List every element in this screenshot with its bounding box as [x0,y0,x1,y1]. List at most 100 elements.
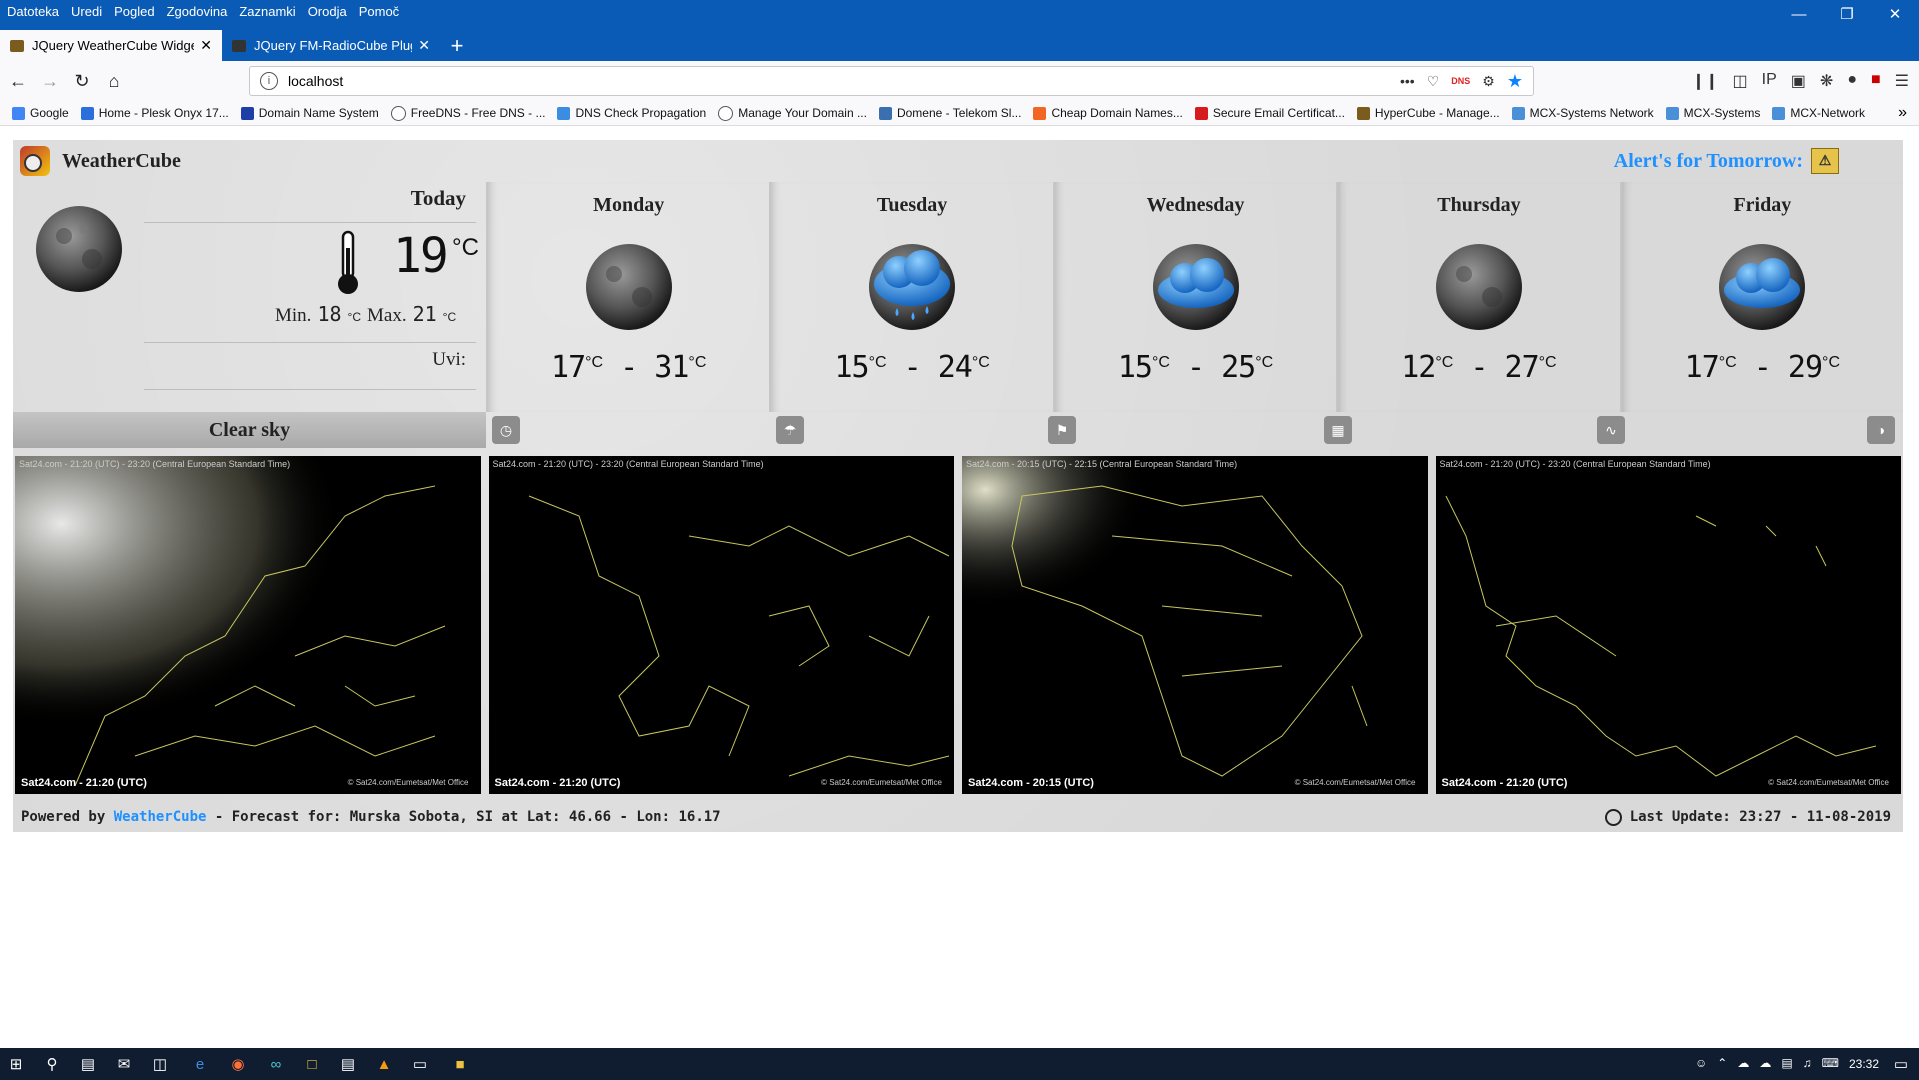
page-actions-icon[interactable]: ••• [1400,73,1415,89]
clock-icon[interactable]: ◷ [492,416,520,444]
temp-unit: °C [688,354,707,371]
temp-unit: °C [1255,354,1274,371]
bookmark-comodo[interactable]: Secure Email Certificat... [1194,106,1345,120]
map-header: Sat24.com - 21:20 (UTC) - 23:20 (Central… [1439,459,1711,469]
site-info-icon[interactable]: i [260,72,278,90]
app-icon[interactable]: ▤ [336,1052,360,1076]
bookmark-label: MCX-Network [1790,106,1865,120]
url-input[interactable] [286,72,1400,90]
search-icon[interactable]: ⚲ [40,1052,64,1076]
bookmark-star-icon[interactable]: ★ [1507,71,1523,92]
menu-bookmarks[interactable]: Zaznamki [232,4,295,19]
bookmark-hypercube[interactable]: HyperCube - Manage... [1356,106,1500,120]
satellite-map-africa[interactable]: Sat24.com - 20:15 (UTC) - 22:15 (Central… [962,456,1428,794]
more-bookmarks-icon[interactable]: » [1898,104,1907,122]
temp-max: 24 [937,350,973,385]
menu-view[interactable]: Pogled [107,4,154,19]
bookmark-mcx-systems[interactable]: MCX-Systems [1665,106,1761,120]
extension-icon[interactable]: ⚙ [1482,73,1495,90]
start-icon[interactable]: ⊞ [4,1052,28,1076]
close-tab-icon[interactable]: ✕ [418,37,430,54]
arduino-icon[interactable]: ∞ [264,1052,288,1076]
minimize-button[interactable]: — [1775,0,1823,28]
menu-file[interactable]: Datoteka [0,4,59,19]
account-icon[interactable]: ● [1847,71,1857,91]
bookmark-manage-domain[interactable]: Manage Your Domain ... [718,105,867,121]
bookmark-google[interactable]: Google [12,106,69,120]
alert-warning-icon[interactable]: ⚠ [1811,148,1839,174]
bookmark-label: Domene - Telekom Sl... [896,106,1022,120]
hamburger-menu-icon[interactable]: ☰ [1895,71,1909,91]
menu-help[interactable]: Pomoč [352,4,399,19]
keyboard-icon[interactable]: ⌨ [1822,1056,1839,1070]
onedrive-icon[interactable]: ☁ [1737,1056,1749,1070]
bookmark-dns[interactable]: Domain Name System [240,106,379,120]
dns-badge[interactable]: DNS [1451,76,1470,86]
today-temperature-unit: °C [452,234,479,261]
bookmark-dns-check[interactable]: DNS Check Propagation [557,106,706,120]
mail-icon[interactable]: ✉ [112,1052,136,1076]
network-icon[interactable]: ▤ [1781,1056,1792,1070]
address-bar[interactable]: i ••• ♡ DNS ⚙ ★ [249,66,1534,96]
tab-weathercube[interactable]: JQuery WeatherCube Widget ✕ [0,30,222,61]
pdf-icon[interactable]: ■ [1871,71,1881,91]
forecast-day-tuesday: Tuesday 15°C - 24°C [769,182,1052,412]
file-explorer-icon[interactable]: □ [300,1052,324,1076]
satellite-map-americas[interactable]: Sat24.com - 21:20 (UTC) - 23:20 (Central… [1435,456,1901,794]
screenshot-icon[interactable]: ▣ [1791,71,1806,91]
tab-radiocube[interactable]: JQuery FM-RadioCube Plugin ✕ [222,30,440,61]
menu-edit[interactable]: Uredi [64,4,102,19]
temp-unit: °C [1435,354,1454,371]
close-tab-icon[interactable]: ✕ [200,37,212,54]
windows-taskbar: ⊞ ⚲ ▤ ✉ ◫ e ◉ ∞ □ ▤ ▲ ▭ ■ ☺ ⌃ ☁ ☁ ▤ ♫ ⌨ … [0,1048,1919,1080]
notepad-icon[interactable]: ▭ [408,1052,432,1076]
temp-range: 15°C - 25°C [1055,350,1336,385]
restore-button[interactable]: ❐ [1823,0,1871,28]
ip-icon[interactable]: IP [1762,71,1777,91]
store-icon[interactable]: ◫ [148,1052,172,1076]
bookmark-telekom[interactable]: Domene - Telekom Sl... [878,106,1022,120]
close-window-button[interactable]: ✕ [1871,0,1919,28]
sidebar-icon[interactable]: ◫ [1733,71,1748,91]
menu-history[interactable]: Zgodovina [160,4,228,19]
flag-icon[interactable]: ⚑ [1048,416,1076,444]
task-view-icon[interactable]: ▤ [76,1052,100,1076]
cloud-icon[interactable]: ☁ [1759,1056,1771,1070]
forward-button[interactable]: → [38,69,62,93]
volume-icon[interactable]: ♫ [1803,1056,1812,1070]
pocket-icon[interactable]: ♡ [1427,73,1440,90]
taskbar-clock[interactable]: 23:32 [1849,1057,1879,1071]
range-dash: - [1186,350,1205,385]
new-tab-button[interactable]: + [440,30,474,61]
browser-titlebar: Datoteka Uredi Pogled Zgodovina Zaznamki… [0,0,1919,61]
pulse-icon[interactable]: ∿ [1597,416,1625,444]
satellite-map-greece[interactable]: Sat24.com - 21:20 (UTC) - 23:20 (Central… [488,456,954,794]
edge-icon[interactable]: e [188,1052,212,1076]
bookmark-namecheap[interactable]: Cheap Domain Names... [1033,106,1183,120]
firefox-icon[interactable]: ◉ [226,1052,250,1076]
reload-button[interactable]: ↻ [70,69,94,93]
people-icon[interactable]: ☺ [1695,1056,1707,1070]
library-icon[interactable]: ❙❙ [1692,71,1719,91]
back-button[interactable]: ← [6,69,30,93]
menu-tools[interactable]: Orodja [301,4,347,19]
bookmark-freedns[interactable]: FreeDNS - Free DNS - ... [390,105,545,121]
satellite-map-europe[interactable]: Sat24.com - 21:20 (UTC) - 23:20 (Central… [15,456,481,794]
today-label: Today [410,186,466,210]
webstorm-icon[interactable]: ■ [448,1052,472,1076]
bookmark-mcx-net[interactable]: MCX-Network [1772,106,1865,120]
chevron-up-icon[interactable]: ⌃ [1717,1056,1727,1070]
contrast-icon[interactable]: ◑ [1867,416,1895,444]
notifications-icon[interactable]: ▭ [1889,1052,1913,1076]
bookmark-label: MCX-Systems Network [1529,106,1654,120]
bookmark-label: MCX-Systems [1683,106,1761,120]
bookmark-plesk[interactable]: Home - Plesk Onyx 17... [80,106,229,120]
bug-icon[interactable]: ❋ [1820,71,1833,91]
vlc-icon[interactable]: ▲ [372,1052,396,1076]
weathercube-link[interactable]: WeatherCube [114,809,207,825]
max-value: 21 [412,302,437,326]
umbrella-icon[interactable]: ☂ [776,416,804,444]
bookmark-mcx-network[interactable]: MCX-Systems Network [1511,106,1654,120]
home-button[interactable]: ⌂ [102,69,126,93]
calculator-icon[interactable]: ▦ [1324,416,1352,444]
